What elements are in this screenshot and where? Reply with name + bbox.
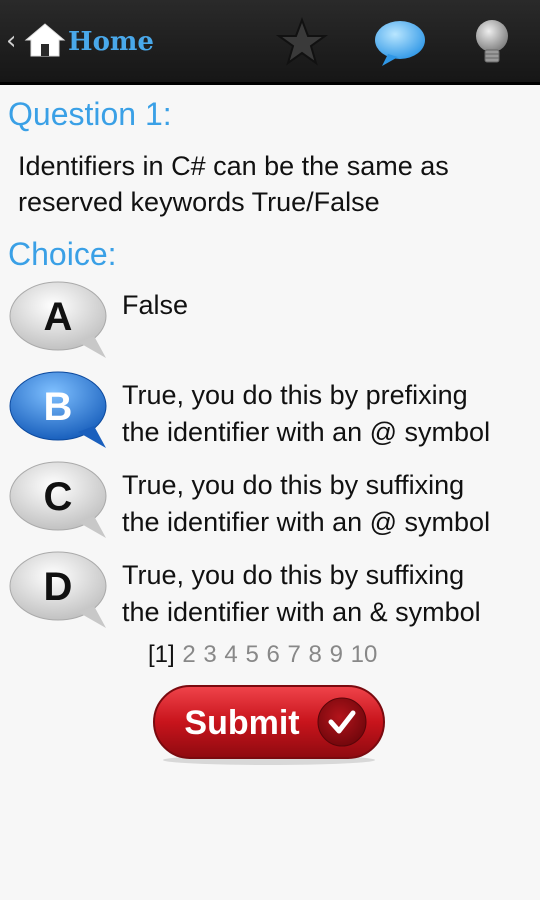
choice-d-line-1: True, you do this by suffixing bbox=[122, 560, 465, 590]
choice-c-line-2: the identifier with an @ symbol bbox=[122, 507, 491, 537]
action-bar: ‹ Home bbox=[0, 0, 540, 85]
choice-b-line-2: the identifier with an @ symbol bbox=[122, 417, 491, 447]
choice-b-letter: B bbox=[44, 385, 73, 429]
submit-button[interactable]: Submit bbox=[152, 684, 386, 766]
pager-page[interactable]: 9 bbox=[330, 641, 343, 668]
pager-page[interactable]: 7 bbox=[288, 641, 301, 668]
choice-b-button[interactable]: B bbox=[8, 368, 112, 450]
choice-d-letter: D bbox=[44, 565, 73, 609]
pager-page[interactable]: 4 bbox=[224, 641, 237, 668]
choice-d-button[interactable]: D bbox=[8, 548, 112, 630]
pager-page[interactable]: 5 bbox=[245, 641, 258, 668]
choice-a-letter: A bbox=[44, 295, 73, 339]
pager-page[interactable]: 2 bbox=[182, 641, 195, 668]
star-icon[interactable] bbox=[274, 14, 330, 70]
question-title: Question 1: bbox=[8, 96, 172, 132]
pager-page[interactable]: 8 bbox=[309, 641, 322, 668]
choice-c-line-1: True, you do this by suffixing bbox=[122, 470, 465, 500]
home-label[interactable]: Home bbox=[68, 25, 154, 59]
choice-c-button[interactable]: C bbox=[8, 458, 112, 540]
choice-b-text[interactable]: True, you do this by prefixing the ident… bbox=[122, 377, 540, 451]
choice-title: Choice: bbox=[8, 236, 117, 272]
home-icon[interactable] bbox=[24, 22, 66, 58]
lightbulb-icon[interactable] bbox=[464, 14, 520, 70]
choice-d-line-2: the identifier with an & symbol bbox=[122, 597, 481, 627]
choice-a-text[interactable]: False bbox=[122, 287, 540, 324]
choice-b-line-1: True, you do this by prefixing bbox=[122, 380, 468, 410]
choice-a-button[interactable]: A bbox=[8, 278, 112, 360]
choice-d-text[interactable]: True, you do this by suffixing the ident… bbox=[122, 557, 540, 631]
choice-c-text[interactable]: True, you do this by suffixing the ident… bbox=[122, 467, 540, 541]
submit-button-shape bbox=[153, 685, 385, 765]
back-chevron-icon[interactable]: ‹ bbox=[6, 26, 16, 56]
pager-current[interactable]: [1] bbox=[148, 641, 175, 668]
choice-a-line-1: False bbox=[122, 290, 189, 320]
question-text: Identifiers in C# can be the same as res… bbox=[18, 151, 449, 217]
pager-page[interactable]: 3 bbox=[203, 641, 216, 668]
speech-bubble-icon[interactable] bbox=[372, 14, 428, 70]
pager-page[interactable]: 10 bbox=[351, 641, 378, 668]
choice-c-letter: C bbox=[44, 475, 73, 519]
question-pager: [1] 2 3 4 5 6 7 8 9 10 bbox=[148, 640, 378, 670]
pager-page[interactable]: 6 bbox=[266, 641, 279, 668]
